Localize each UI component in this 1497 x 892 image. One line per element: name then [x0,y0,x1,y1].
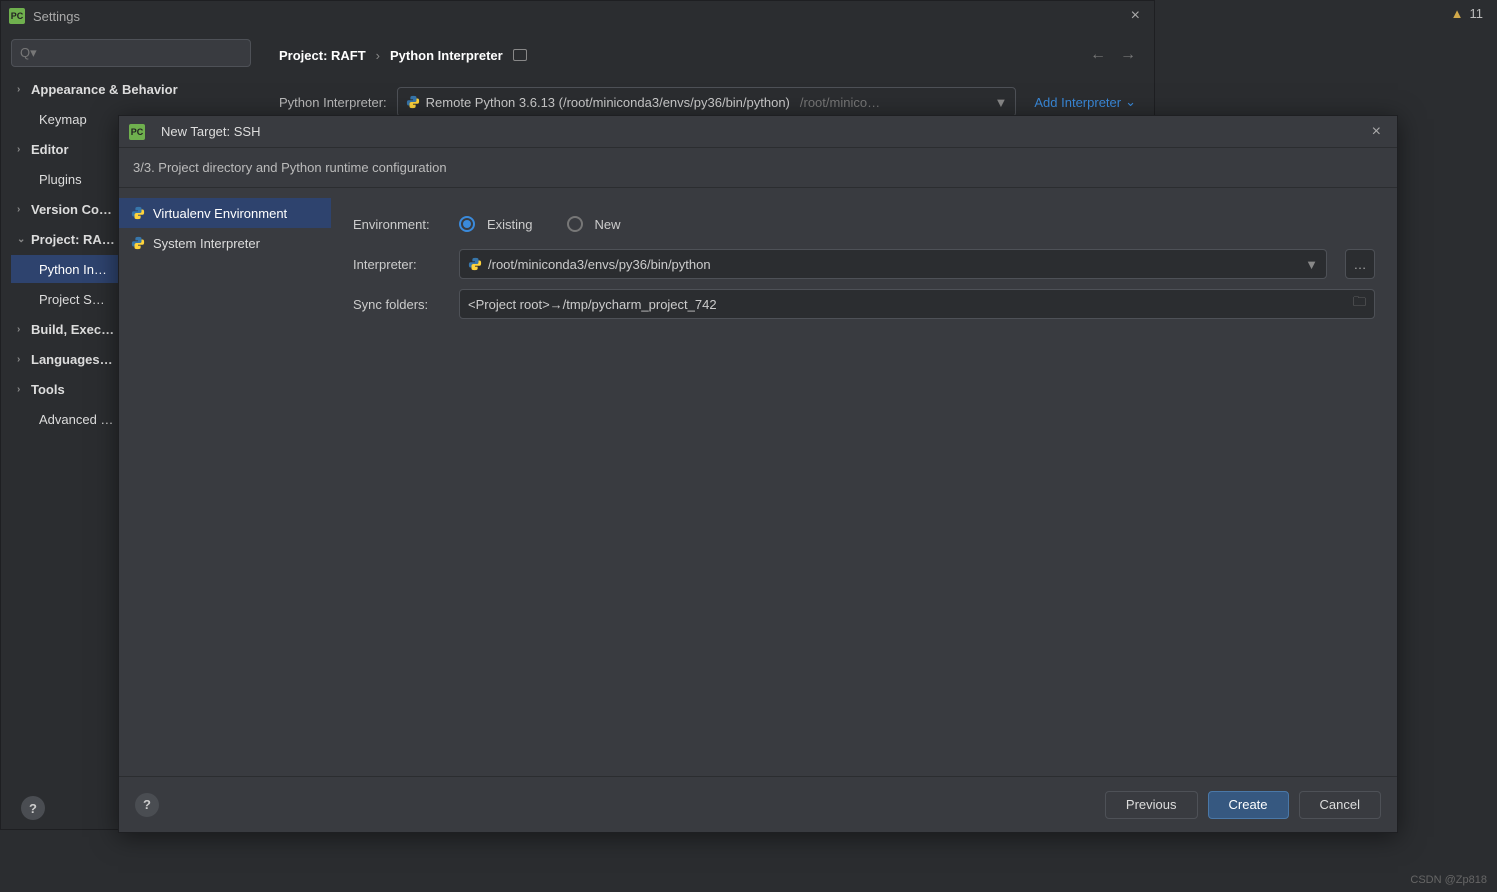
python-icon [468,257,482,271]
pycharm-icon: PC [129,124,145,140]
python-icon [131,206,145,220]
ssh-title: New Target: SSH [161,124,1358,139]
warning-count: 11 [1470,6,1484,21]
create-button[interactable]: Create [1208,791,1289,819]
cancel-button[interactable]: Cancel [1299,791,1381,819]
close-icon[interactable]: × [1366,123,1387,141]
settings-titlebar: PC Settings × [1,1,1154,31]
interpreter-value: Remote Python 3.6.13 (/root/miniconda3/e… [426,95,790,110]
settings-title: Settings [33,9,1125,24]
interpreter-dropdown[interactable]: Remote Python 3.6.13 (/root/miniconda3/e… [397,87,1017,117]
breadcrumb-project[interactable]: Project: RAFT [279,48,366,63]
chevron-down-icon: ⌄ [1125,94,1136,110]
ssh-footer: ? Previous Create Cancel [119,776,1397,832]
python-icon [406,95,420,109]
radio-new[interactable] [567,216,583,232]
ssh-step-label: 3/3. Project directory and Python runtim… [119,148,1397,188]
settings-help[interactable]: ? [21,796,45,820]
help-icon[interactable]: ? [135,793,159,817]
ssh-env-list: Virtualenv Environment System Interprete… [119,188,331,776]
settings-scope-icon [513,49,527,61]
radio-existing[interactable] [459,216,475,232]
add-interpreter-link[interactable]: Add Interpreter ⌄ [1034,94,1136,110]
ide-status-bar: ▲ 11 [1451,6,1483,21]
ssh-titlebar: PC New Target: SSH × [119,116,1397,148]
python-icon [131,236,145,250]
nav-back-icon[interactable]: ← [1090,46,1106,64]
radio-new-label[interactable]: New [595,217,621,232]
radio-existing-label[interactable]: Existing [487,217,533,232]
folder-icon[interactable]: 🗀 [1353,293,1366,315]
ssh-dialog: PC New Target: SSH × 3/3. Project direct… [118,115,1398,833]
chevron-right-icon: › [376,48,380,63]
chevron-down-icon: ▼ [995,95,1008,110]
previous-button[interactable]: Previous [1105,791,1198,819]
interpreter-path-dim: /root/minico… [800,95,880,110]
settings-search[interactable]: Q▾ [11,39,251,67]
breadcrumb-current: Python Interpreter [390,48,503,63]
breadcrumb: Project: RAFT › Python Interpreter ← → [261,31,1154,79]
pycharm-icon: PC [9,8,25,24]
interpreter-field[interactable]: /root/miniconda3/envs/py36/bin/python ▼ [459,249,1327,279]
ssh-form: Environment: Existing New Interpreter: /… [331,188,1397,776]
nav-forward-icon[interactable]: → [1120,46,1136,64]
env-system[interactable]: System Interpreter [119,228,331,258]
interpreter-field-label: Interpreter: [353,257,447,272]
environment-label: Environment: [353,217,447,232]
warning-icon: ▲ [1451,6,1464,21]
help-icon[interactable]: ? [21,796,45,820]
browse-interpreter-button[interactable]: … [1345,249,1375,279]
sync-folders-field[interactable]: <Project root>→/tmp/pycharm_project_742 … [459,289,1375,319]
sync-folders-label: Sync folders: [353,297,447,312]
interpreter-label: Python Interpreter: [279,95,387,110]
chevron-down-icon: ▼ [1305,257,1318,272]
watermark: CSDN @Zp818 [1410,874,1487,886]
env-virtualenv[interactable]: Virtualenv Environment [119,198,331,228]
tree-appearance[interactable]: ›Appearance & Behavior [11,75,251,103]
close-icon[interactable]: × [1125,7,1146,25]
